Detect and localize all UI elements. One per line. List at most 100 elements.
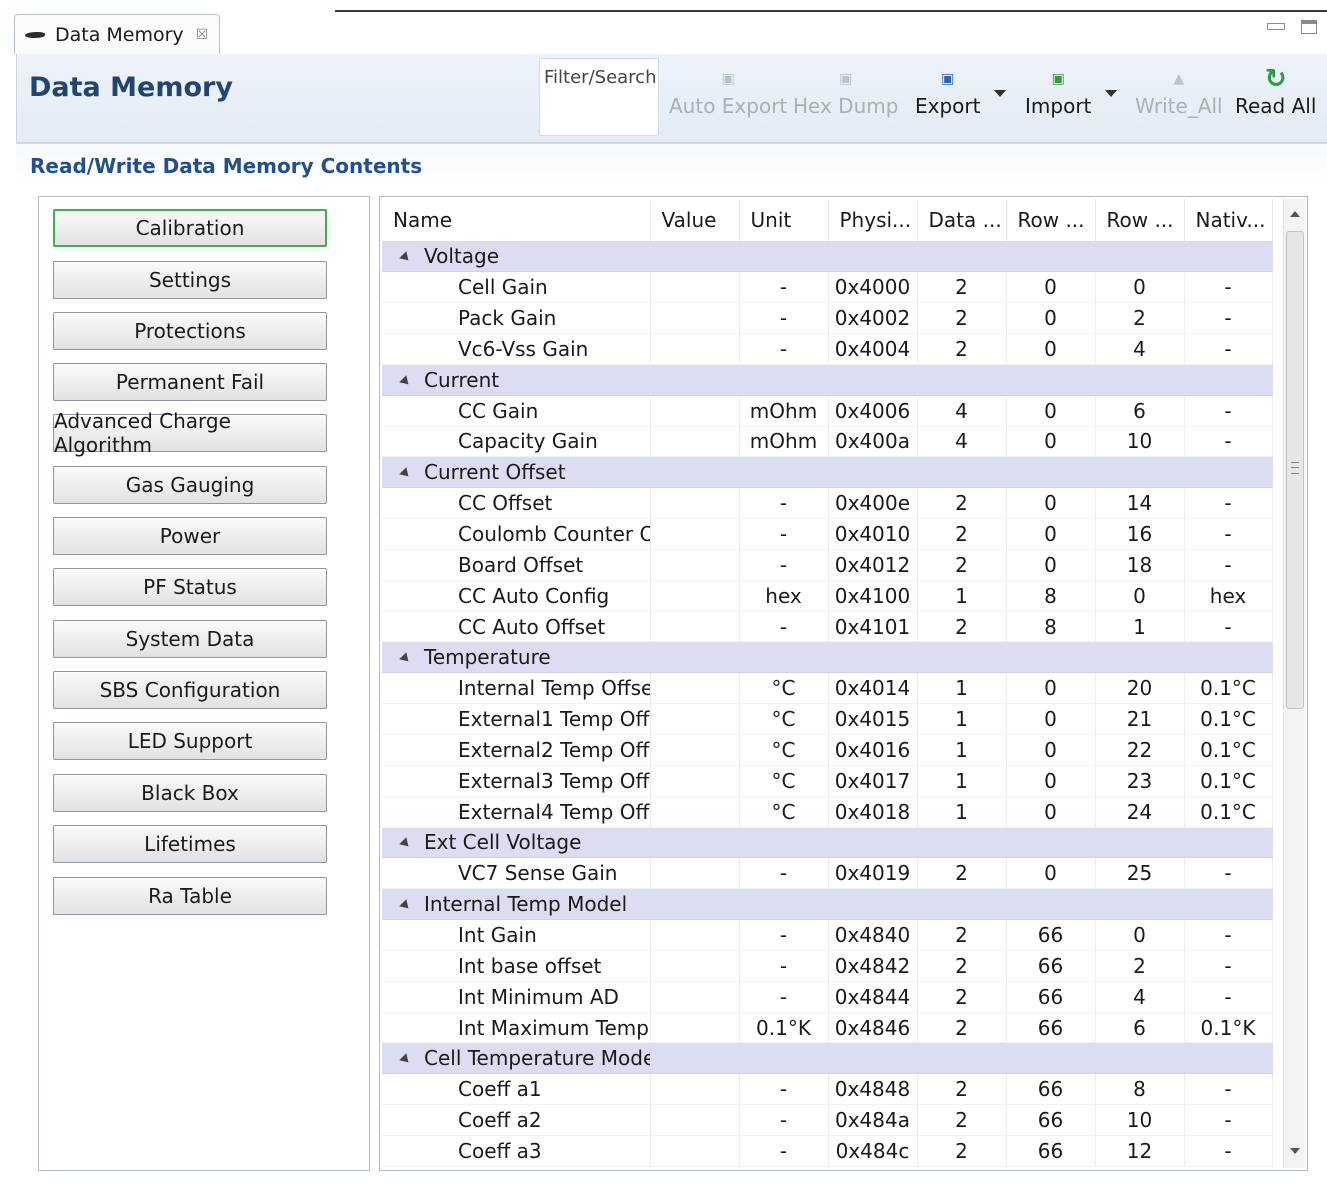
table-row[interactable]: Board Offset -0x4012 2 0 18- [382, 549, 1273, 581]
table-row[interactable]: CC Gain mOhm 0x4006 4 0 6- [382, 395, 1273, 427]
collapse-triangle-icon[interactable] [399, 1053, 412, 1067]
value-cell[interactable] [650, 1012, 740, 1044]
table-row[interactable]: CC Offset -0x400e 2 0 14- [382, 487, 1273, 520]
category-button-settings[interactable]: Settings [53, 261, 327, 299]
category-button-sbs-configuration[interactable]: SBS Configuration [53, 671, 327, 709]
category-button-lifetimes[interactable]: Lifetimes [53, 825, 327, 863]
name-cell: Internal Temp Offset [382, 672, 651, 705]
table-row[interactable]: External2 Temp Offse °C0x401610220.1°C [382, 734, 1273, 766]
group-row[interactable]: Cell Temperature Model [382, 1042, 1273, 1075]
scroll-up-icon[interactable] [1290, 211, 1300, 217]
collapse-triangle-icon[interactable] [399, 251, 412, 265]
category-button-led-support[interactable]: LED Support [53, 722, 327, 760]
category-button-gas-gauging[interactable]: Gas Gauging [53, 466, 327, 504]
column-header-native-unit[interactable]: Nativ... [1184, 199, 1273, 241]
auto-export-button[interactable]: ▣ Auto Export [669, 68, 787, 128]
value-cell[interactable] [650, 302, 740, 335]
group-row[interactable]: Ext Cell Voltage [382, 827, 1273, 859]
table-row[interactable]: Coeff a3-0x484c 2 66 12- [382, 1135, 1273, 1167]
value-cell[interactable] [650, 796, 740, 828]
table-row[interactable]: Coeff a2-0x484a 2 66 10- [382, 1104, 1273, 1136]
category-button-black-box[interactable]: Black Box [53, 774, 327, 812]
table-row[interactable]: External3 Temp Offse °C0x401710230.1°C [382, 765, 1273, 797]
value-cell[interactable] [650, 950, 740, 982]
vertical-scrollbar[interactable] [1283, 199, 1305, 1168]
table-row[interactable]: CC Auto Config hex 0x4100 1 8 0 hex [382, 580, 1273, 612]
category-button-pf-status[interactable]: PF Status [53, 568, 327, 606]
column-header-value[interactable]: Value [650, 199, 740, 241]
column-header-physical-address[interactable]: Physi... [828, 199, 918, 241]
hex-dump-button[interactable]: ▣ Hex Dump [793, 68, 898, 128]
read-all-button[interactable]: ↻ Read All [1235, 64, 1316, 128]
table-row[interactable]: Vc6-Vss Gain -0x4004 2 0 4- [382, 333, 1273, 365]
collapse-triangle-icon[interactable] [399, 899, 412, 913]
value-cell[interactable] [650, 672, 740, 705]
export-dropdown-icon[interactable] [994, 90, 1007, 97]
value-cell[interactable] [650, 1073, 740, 1106]
group-row[interactable]: Current [382, 364, 1273, 396]
table-row[interactable]: External4 Temp Offse °C0x401810240.1°C [382, 796, 1273, 828]
value-cell[interactable] [650, 518, 740, 550]
export-button[interactable]: ▣ Export [915, 68, 1007, 128]
category-button-ra-table[interactable]: Ra Table [53, 877, 327, 915]
scroll-down-icon[interactable] [1290, 1148, 1300, 1154]
column-header-row-offset[interactable]: Row ... [1095, 199, 1185, 241]
collapse-triangle-icon[interactable] [399, 467, 412, 481]
value-cell[interactable] [650, 395, 740, 427]
value-cell[interactable] [650, 765, 740, 797]
group-row[interactable]: Current Offset [382, 456, 1273, 489]
value-cell[interactable] [650, 919, 740, 951]
value-cell[interactable] [650, 333, 740, 365]
value-cell[interactable] [650, 271, 740, 304]
column-header-unit[interactable]: Unit [739, 199, 829, 241]
column-header-row-number[interactable]: Row ... [1006, 199, 1096, 241]
column-header-data-length[interactable]: Data ... [917, 199, 1007, 241]
write-all-button[interactable]: ▲ Write_All [1135, 68, 1223, 128]
scrollbar-thumb[interactable] [1286, 231, 1304, 709]
close-icon[interactable]: ☒ [196, 27, 209, 43]
value-cell[interactable] [650, 734, 740, 766]
value-cell[interactable] [650, 1104, 740, 1136]
value-cell[interactable] [650, 549, 740, 581]
value-cell[interactable] [650, 857, 740, 890]
value-cell[interactable] [650, 426, 740, 458]
value-cell[interactable] [650, 1135, 740, 1167]
value-cell[interactable] [650, 580, 740, 612]
group-row[interactable]: Voltage [382, 241, 1273, 273]
maximize-icon[interactable] [1301, 20, 1317, 34]
table-row[interactable]: Capacity Gain mOhm 0x400a 4 0 10- [382, 426, 1273, 458]
value-cell[interactable] [650, 981, 740, 1013]
table-row[interactable]: Int base offset -0x4842 2 66 2- [382, 950, 1273, 982]
table-row[interactable]: CC Auto Offset -0x4101 2 8 1- [382, 611, 1273, 643]
collapse-triangle-icon[interactable] [399, 652, 412, 666]
category-button-power[interactable]: Power [53, 517, 327, 555]
category-button-calibration[interactable]: Calibration [53, 209, 327, 247]
group-row[interactable]: Temperature [382, 641, 1273, 674]
table-row[interactable]: External1 Temp Offse °C0x401510210.1°C [382, 703, 1273, 735]
tab-data-memory[interactable]: Data Memory ☒ [14, 14, 220, 54]
collapse-triangle-icon[interactable] [399, 375, 412, 388]
table-row[interactable]: Internal Temp Offset °C 0x4014 1 0 20 0.1°C [382, 672, 1273, 705]
table-row[interactable]: Coeff a1-0x4848 2 66 8- [382, 1073, 1273, 1106]
table-row[interactable]: Cell Gain -0x4000 2 0 0- [382, 271, 1273, 304]
table-row[interactable]: Pack Gain -0x4002 2 0 2- [382, 302, 1273, 335]
category-button-protections[interactable]: Protections [53, 312, 327, 350]
minimize-icon[interactable] [1267, 20, 1285, 34]
table-row[interactable]: Int Maximum Temp 0.1°K 0x4846 2 66 6 0.1°K [382, 1012, 1273, 1044]
group-row[interactable]: Internal Temp Model [382, 888, 1273, 921]
category-button-advanced-charge-algorithm[interactable]: Advanced Charge Algorithm [53, 409, 327, 457]
collapse-triangle-icon[interactable] [399, 837, 412, 851]
table-row[interactable]: Coulomb Counter Of -0x4010 2 0 16- [382, 518, 1273, 550]
category-button-permanent-fail[interactable]: Permanent Fail [53, 363, 327, 401]
import-dropdown-icon[interactable] [1105, 90, 1118, 97]
category-button-system-data[interactable]: System Data [53, 620, 327, 658]
column-header-name[interactable]: Name [382, 199, 651, 241]
value-cell[interactable] [650, 703, 740, 735]
value-cell[interactable] [650, 611, 740, 643]
table-row[interactable]: Int Gain -0x4840 2 66 0- [382, 919, 1273, 951]
table-row[interactable]: Int Minimum AD -0x4844 2 66 4- [382, 981, 1273, 1013]
filter-search-input[interactable]: Filter/Search [539, 58, 659, 136]
import-button[interactable]: ▣ Import [1025, 68, 1118, 128]
value-cell[interactable] [650, 487, 740, 520]
table-row[interactable]: VC7 Sense Gain -0x4019 2 0 25- [382, 857, 1273, 890]
